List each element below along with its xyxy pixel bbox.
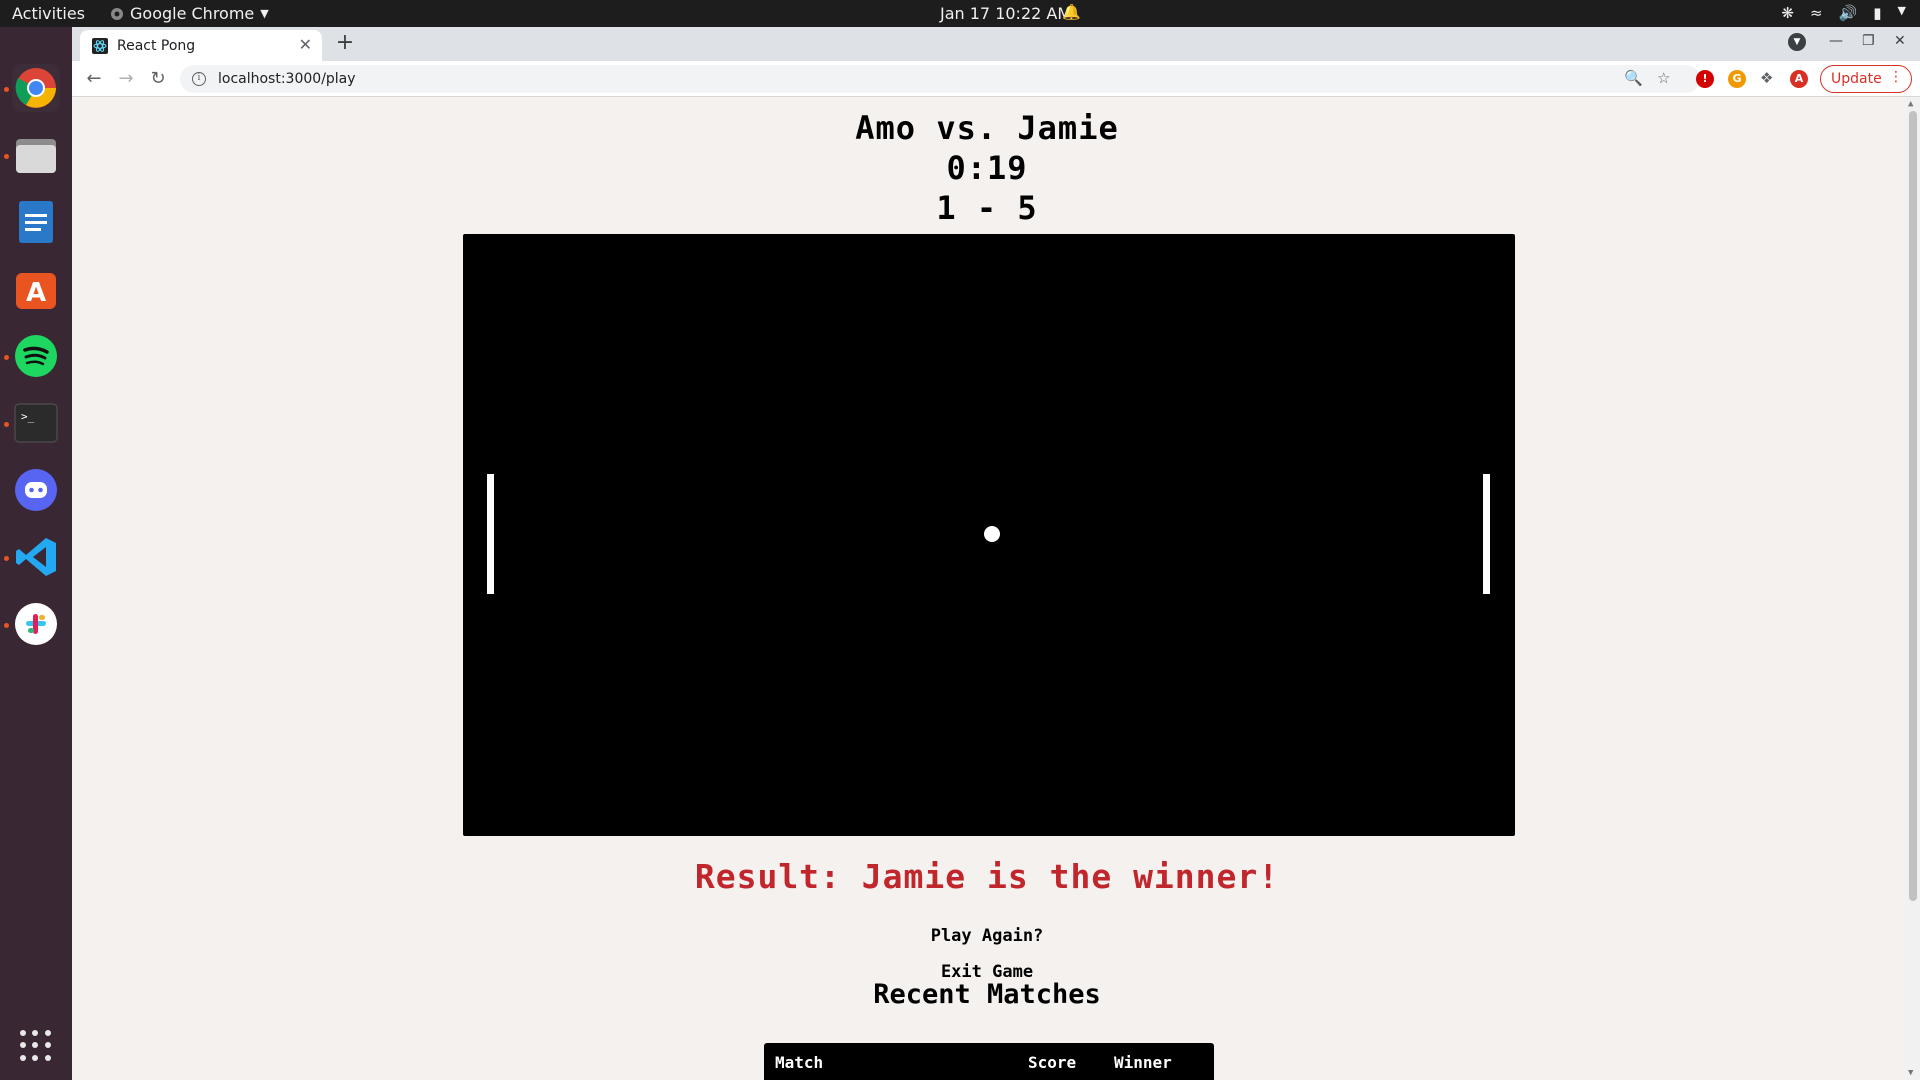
column-header-winner: Winner	[1114, 1053, 1172, 1072]
vscode-icon[interactable]	[12, 533, 60, 581]
notification-bell-icon: 🔔	[1062, 3, 1081, 21]
profile-avatar[interactable]: A	[1790, 70, 1808, 88]
slack-icon[interactable]	[12, 600, 60, 648]
software-center-icon[interactable]: A	[12, 265, 60, 313]
bookmark-star-icon[interactable]: ☆	[1657, 69, 1670, 87]
wifi-icon: ≈	[1810, 4, 1823, 22]
minimize-icon[interactable]: —	[1829, 33, 1843, 49]
svg-text:>_: >_	[21, 410, 35, 423]
extensions-puzzle-icon[interactable]: ❖	[1760, 69, 1773, 87]
update-label: Update	[1831, 71, 1882, 87]
tray-menu-chevron-icon: ▼	[1897, 4, 1906, 17]
page-content: Amo vs. Jamie 0:19 1 - 5 Result: Jamie i…	[72, 97, 1920, 1080]
scroll-up-icon[interactable]: ▲	[1908, 99, 1913, 109]
column-header-match: Match	[775, 1053, 824, 1072]
address-bar[interactable]: i localhost:3000/play	[180, 65, 1700, 93]
tab-search-icon[interactable]: ▼	[1788, 33, 1806, 51]
new-tab-button[interactable]: +	[332, 31, 358, 57]
running-indicator	[4, 556, 9, 561]
close-window-icon[interactable]: ✕	[1894, 33, 1906, 49]
system-top-bar: Activities Google Chrome ▼ Jan 17 10:22 …	[0, 0, 1920, 27]
clock[interactable]: Jan 17 10:22 AM	[940, 4, 1071, 23]
browser-window: React Pong ✕ + ▼ — ❐ ✕ ← → ↻ i localhost…	[72, 27, 1920, 1080]
dock: A >_	[0, 27, 72, 1080]
scroll-down-icon[interactable]: ▼	[1908, 1068, 1913, 1078]
update-button[interactable]: Update ⋮	[1820, 65, 1912, 93]
reload-icon[interactable]: ↻	[146, 67, 170, 91]
chrome-icon[interactable]	[12, 64, 60, 112]
react-favicon-icon	[92, 37, 108, 54]
running-indicator	[4, 87, 9, 92]
activities-button[interactable]: Activities	[12, 4, 85, 23]
running-indicator	[4, 355, 9, 360]
site-info-icon[interactable]: i	[192, 72, 206, 86]
pong-board[interactable]	[463, 234, 1515, 836]
page-scrollbar[interactable]: ▲ ▼	[1906, 97, 1920, 1080]
tab-title: React Pong	[117, 37, 196, 54]
spotify-icon[interactable]	[12, 332, 60, 380]
system-tray[interactable]: ❋ ≈ 🔊 ▮ ▼	[1781, 4, 1906, 22]
chevron-down-icon: ▼	[260, 7, 269, 20]
extension-red-icon[interactable]: !	[1696, 70, 1714, 88]
play-again-button[interactable]: Play Again?	[931, 926, 1044, 946]
restore-icon[interactable]: ❐	[1862, 33, 1875, 49]
result-message: Result: Jamie is the winner!	[694, 857, 1280, 896]
terminal-icon[interactable]: >_	[12, 399, 60, 447]
svg-text:A: A	[26, 278, 46, 308]
running-indicator	[4, 422, 9, 427]
matchup-title: Amo vs. Jamie	[855, 109, 1119, 147]
settings-gear-icon: ❋	[1781, 4, 1794, 22]
app-menu-label: Google Chrome	[130, 4, 255, 23]
volume-icon: 🔊	[1838, 4, 1858, 22]
discord-icon[interactable]	[12, 466, 60, 514]
more-menu-icon: ⋮	[1889, 69, 1903, 85]
right-paddle	[1483, 474, 1490, 594]
extension-orange-icon[interactable]: G	[1728, 70, 1746, 88]
close-tab-icon[interactable]: ✕	[299, 35, 312, 54]
chrome-small-icon	[111, 7, 123, 20]
forward-icon[interactable]: →	[114, 67, 138, 91]
game-score: 1 - 5	[936, 189, 1038, 227]
running-indicator	[4, 154, 9, 159]
zoom-icon[interactable]: 🔍	[1624, 69, 1643, 87]
back-icon[interactable]: ←	[82, 67, 106, 91]
tab-react-pong[interactable]: React Pong ✕	[80, 30, 322, 61]
left-paddle	[487, 474, 494, 594]
column-header-score: Score	[1028, 1053, 1077, 1072]
running-indicator	[4, 623, 9, 628]
play-again-row: Play Again?	[72, 926, 1902, 946]
app-menu[interactable]: Google Chrome ▼	[110, 4, 269, 23]
ball	[984, 526, 1000, 542]
browser-toolbar: ← → ↻ i localhost:3000/play 🔍 ☆ ! G ❖ A …	[72, 61, 1920, 97]
scrollbar-thumb[interactable]	[1909, 111, 1917, 901]
recent-matches-title: Recent Matches	[873, 979, 1101, 1010]
game-timer: 0:19	[946, 149, 1028, 187]
files-icon[interactable]	[12, 131, 60, 179]
show-applications-icon[interactable]	[20, 1030, 52, 1062]
recent-matches-table: Match Score Winner	[764, 1043, 1214, 1080]
tab-strip: React Pong ✕ + ▼ — ❐ ✕	[72, 27, 1920, 61]
battery-icon: ▮	[1873, 4, 1882, 22]
writer-icon[interactable]	[12, 198, 60, 246]
url-text: localhost:3000/play	[218, 71, 356, 87]
